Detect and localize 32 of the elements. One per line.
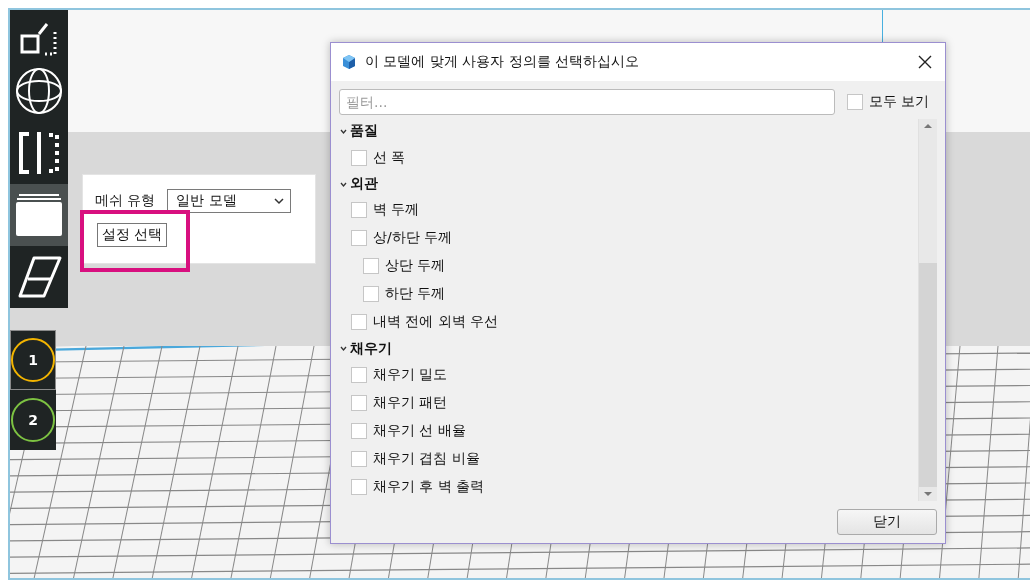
setting-checkbox[interactable]: 채우기 겹침 비율 [351, 450, 480, 468]
setting-checkbox[interactable]: 선 폭 [351, 148, 406, 167]
category-heading[interactable]: 외관 [350, 175, 378, 193]
category-heading[interactable]: 품질 [350, 122, 378, 141]
setting-checkbox[interactable]: 하단 두께 [363, 285, 446, 304]
mirror-icon [16, 130, 62, 176]
setting-checkbox[interactable]: 채우기 밀도 [351, 366, 448, 384]
filter-field[interactable]: 필터... [339, 89, 835, 115]
setting-checkbox[interactable]: 채우기 후 벽 출력 [351, 478, 485, 496]
show-all-checkbox[interactable]: 모두 보기 [847, 93, 930, 111]
dialog-title: 이 모델에 맞게 사용자 정의를 선택하십시오 [365, 53, 641, 71]
category-heading[interactable]: 채우기 [350, 339, 392, 358]
eraser-icon [16, 255, 62, 299]
extruder-button[interactable]: 1 [10, 330, 56, 390]
setting-checkbox[interactable]: 내벽 전에 외벽 우선 [351, 313, 499, 332]
tool-button[interactable] [10, 184, 68, 246]
setting-checkbox[interactable]: 채우기 선 배율 [351, 422, 466, 440]
scale-icon [19, 22, 59, 56]
setting-checkbox[interactable]: 상/하단 두께 [351, 229, 453, 248]
close-button[interactable]: 닫기 [837, 509, 937, 535]
globe-icon [14, 66, 64, 116]
mesh-type-dropdown[interactable]: 일반 모델 [167, 189, 292, 213]
chevron-down-icon [274, 197, 285, 205]
cube-icon [341, 54, 357, 70]
setting-checkbox[interactable]: 상단 두께 [363, 257, 446, 276]
mesh-type-label: 메쉬 유형 [95, 192, 156, 210]
setting-checkbox[interactable]: 벽 두께 [351, 201, 420, 220]
setting-checkbox[interactable]: 채우기 패턴 [351, 394, 448, 412]
select-settings-button[interactable]: 설정 선택 [97, 223, 168, 247]
chevron-icon[interactable] [339, 344, 348, 354]
stacked-sheets-icon [15, 192, 63, 238]
scrollbar[interactable] [918, 119, 937, 501]
